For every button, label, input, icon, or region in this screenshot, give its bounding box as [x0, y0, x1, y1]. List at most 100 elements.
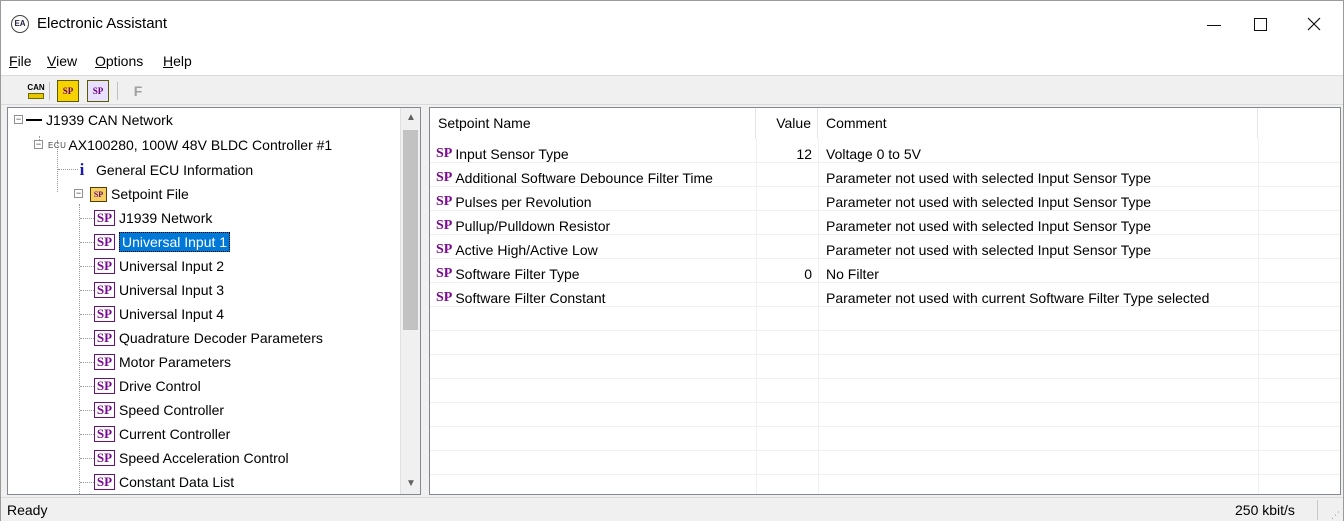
column-header-value[interactable]: Value	[756, 108, 818, 138]
collapse-icon[interactable]: −	[34, 140, 43, 149]
tree-scrollbar[interactable]: ▲ ▼	[400, 108, 420, 494]
setpoint-icon: SP	[436, 242, 453, 257]
setpoint-icon: SP	[94, 402, 115, 418]
save-setpoint-file-button[interactable]: SP	[87, 80, 109, 102]
scroll-up-icon[interactable]: ▲	[406, 112, 416, 123]
setpoint-icon: SP	[94, 210, 115, 226]
setpoint-icon: SP	[436, 170, 453, 185]
tree-item-setpoint[interactable]: SP Current Controller	[80, 422, 230, 446]
tree-item-setpoint[interactable]: SP Speed Acceleration Control	[80, 446, 289, 470]
setpoint-name: Active High/Active Low	[455, 242, 598, 258]
setpoint-value[interactable]: 0	[756, 262, 812, 286]
minimize-button[interactable]	[1191, 1, 1237, 47]
setpoint-icon: SP	[436, 194, 453, 209]
menu-file[interactable]: File	[9, 53, 32, 69]
setpoint-name-cell[interactable]: SP Pulses per Revolution	[436, 190, 592, 214]
tree-item-label: Constant Data List	[119, 474, 235, 490]
tree-item-setpoint[interactable]: SP Quadrature Decoder Parameters	[80, 326, 323, 350]
column-header-name[interactable]: Setpoint Name	[430, 108, 756, 138]
network-icon	[26, 119, 42, 121]
row-divider	[430, 330, 1340, 331]
can-plug-icon	[28, 92, 44, 99]
scroll-thumb[interactable]	[403, 130, 418, 330]
flash-button[interactable]: F	[127, 80, 149, 102]
tree-item-ecu[interactable]: − ECU AX100280, 100W 48V BLDC Controller…	[8, 133, 332, 157]
menu-help[interactable]: Help	[163, 53, 192, 69]
maximize-button[interactable]	[1237, 1, 1283, 47]
setpoint-name: Software Filter Constant	[455, 290, 606, 306]
tree-item-setpoint[interactable]: SP J1939 Network	[80, 206, 212, 230]
setpoint-name: Additional Software Debounce Filter Time	[455, 170, 713, 186]
tree-item-setpoint[interactable]: SP Universal Input 1	[80, 230, 231, 254]
setpoint-name-cell[interactable]: SP Software Filter Constant	[436, 286, 606, 310]
setpoint-icon: SP	[94, 426, 115, 442]
ecu-icon: ECU	[48, 140, 67, 150]
setpoint-name: Pullup/Pulldown Resistor	[455, 218, 611, 234]
collapse-icon[interactable]: −	[14, 115, 23, 124]
tree-item-label: Speed Acceleration Control	[119, 450, 289, 466]
column-header-comment[interactable]: Comment	[818, 108, 1258, 138]
row-divider	[430, 378, 1340, 379]
tree-item-setpoint[interactable]: SP Universal Input 4	[80, 302, 225, 326]
flash-icon: F	[133, 83, 143, 99]
open-setpoint-file-button[interactable]: SP	[57, 80, 79, 102]
menu-bar: File View Options Help	[1, 47, 1343, 75]
close-icon	[1307, 17, 1321, 31]
setpoint-value[interactable]	[756, 286, 812, 310]
setpoint-name: Software Filter Type	[455, 266, 580, 282]
row-divider	[430, 474, 1340, 475]
setpoint-value[interactable]: 12	[756, 142, 812, 166]
tree-connector	[80, 338, 94, 339]
collapse-icon[interactable]: −	[74, 189, 83, 198]
setpoint-icon: SP	[436, 218, 453, 233]
status-bar: Ready 250 kbit/s ⋰	[1, 497, 1343, 521]
setpoint-name-cell[interactable]: SP Software Filter Type	[436, 262, 580, 286]
setpoint-value[interactable]	[756, 190, 812, 214]
setpoint-value[interactable]	[756, 166, 812, 190]
setpoint-name-cell[interactable]: SP Pullup/Pulldown Resistor	[436, 214, 610, 238]
setpoint-icon: SP	[436, 146, 453, 161]
tree-connector	[80, 290, 94, 291]
setpoint-name-cell[interactable]: SP Additional Software Debounce Filter Ti…	[436, 166, 713, 190]
tree-item-setpoint[interactable]: SP Universal Input 3	[80, 278, 224, 302]
setpoint-icon: SP	[94, 474, 115, 490]
tree-item-label: Universal Input 1	[119, 232, 231, 252]
tree-item-setpoint-file[interactable]: − SP Setpoint File	[8, 182, 189, 206]
can-connect-button[interactable]: CAN	[25, 80, 47, 102]
setpoint-icon: SP	[94, 282, 115, 298]
tree-item-setpoint[interactable]: SP Motor Parameters	[80, 350, 231, 374]
close-button[interactable]	[1291, 1, 1337, 47]
tree-connector	[80, 434, 94, 435]
setpoint-value[interactable]	[756, 238, 812, 262]
resize-grip-icon[interactable]: ⋰	[1331, 510, 1340, 521]
setpoint-icon: SP	[94, 306, 115, 322]
tree-item-setpoint[interactable]: SP Drive Control	[80, 374, 201, 398]
setpoint-icon: SP	[94, 330, 115, 346]
setpoint-comment: Voltage 0 to 5V	[826, 146, 921, 162]
setpoint-file-icon: SP	[90, 186, 107, 202]
tree-connector	[80, 362, 94, 363]
save-setpoint-icon: SP	[92, 86, 104, 96]
tree-item-general-info[interactable]: i General ECU Information	[74, 158, 254, 182]
toolbar: CAN SP SP F	[1, 75, 1343, 105]
tree-item-setpoint[interactable]: SP Constant Data List	[80, 470, 235, 494]
window-title: Electronic Assistant	[37, 15, 168, 32]
setpoint-icon: SP	[436, 266, 453, 281]
can-icon: CAN	[27, 82, 45, 92]
ecu-tree[interactable]: − J1939 CAN Network − ECU AX100280, 100W…	[7, 107, 421, 495]
scroll-down-icon[interactable]: ▼	[406, 478, 416, 489]
menu-options[interactable]: Options	[95, 53, 143, 69]
setpoint-name-cell[interactable]: SP Active High/Active Low	[436, 238, 598, 262]
setpoint-value[interactable]	[756, 214, 812, 238]
setpoint-icon: SP	[94, 450, 115, 466]
tree-item-label: Universal Input 4	[119, 306, 225, 322]
tree-connector	[80, 266, 94, 267]
menu-view[interactable]: View	[47, 53, 77, 69]
tree-item-setpoint[interactable]: SP Speed Controller	[80, 398, 224, 422]
tree-item-label: AX100280, 100W 48V BLDC Controller #1	[68, 137, 333, 153]
setpoint-name-cell[interactable]: SP Input Sensor Type	[436, 142, 569, 166]
setpoint-comment: Parameter not used with selected Input S…	[826, 218, 1152, 234]
tree-item-network[interactable]: − J1939 CAN Network	[8, 108, 173, 132]
setpoint-icon: SP	[94, 378, 115, 394]
tree-item-setpoint[interactable]: SP Universal Input 2	[80, 254, 224, 278]
